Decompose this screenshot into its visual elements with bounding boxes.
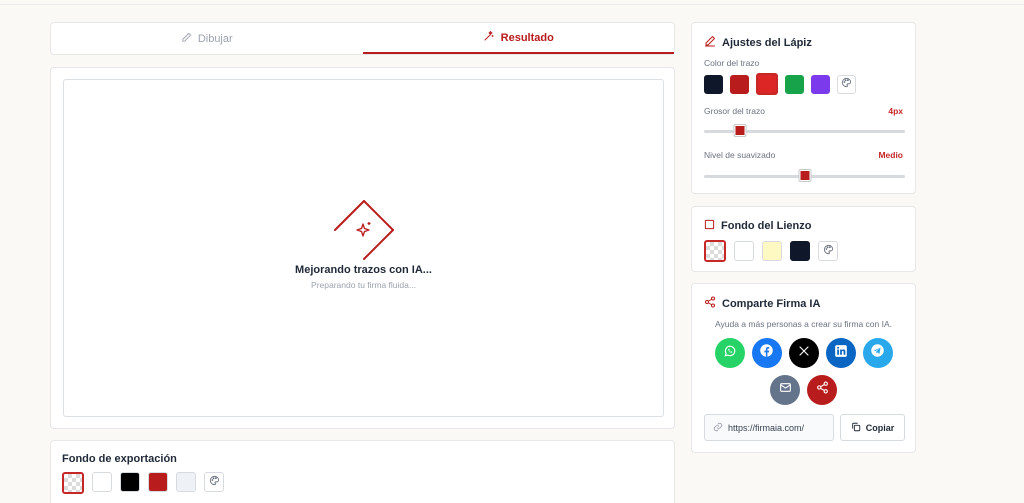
telegram-share-button[interactable] [862, 338, 893, 368]
smoothing-label: Nivel de suavizado [704, 150, 776, 160]
export-swatch-light-gray[interactable] [176, 472, 196, 492]
smoothing-slider-thumb[interactable] [799, 170, 810, 181]
share-buttons-row-2 [692, 375, 915, 405]
export-swatch-red[interactable] [148, 472, 168, 492]
whatsapp-icon [723, 344, 737, 363]
canvas-background-header: Fondo del Lienzo [704, 219, 811, 233]
stroke-color-navy[interactable] [704, 74, 723, 94]
stroke-color-dark-red[interactable] [730, 74, 749, 94]
share-url-field[interactable]: https://firmaia.com/ [704, 414, 834, 441]
stroke-custom-color-button[interactable] [837, 74, 856, 94]
smoothing-value: Medio [878, 150, 903, 160]
export-background-panel: Fondo de exportación [50, 440, 675, 503]
copy-icon [851, 422, 861, 434]
stroke-color-purple[interactable] [811, 74, 830, 94]
facebook-share-button[interactable] [751, 338, 782, 368]
stroke-color-red[interactable] [756, 73, 778, 95]
facebook-icon [759, 343, 774, 363]
stroke-color-row [704, 73, 856, 95]
export-swatch-white[interactable] [92, 472, 112, 492]
share-icon [816, 381, 829, 399]
canvas-bg-swatch-navy[interactable] [790, 241, 810, 261]
linkedin-icon [834, 344, 848, 363]
sparkles-icon [356, 222, 371, 237]
panel-title: Comparte Firma IA [722, 297, 821, 310]
magic-wand-icon [483, 30, 495, 45]
top-divider [0, 4, 1024, 5]
pencil-settings-panel: Ajustes del Lápiz Color del trazo Grosor… [691, 22, 916, 194]
thickness-slider[interactable] [704, 125, 905, 136]
x-logo-icon [798, 344, 810, 362]
canvas-background-panel: Fondo del Lienzo [691, 206, 916, 272]
signature-canvas[interactable]: Mejorando trazos con IA... Preparando tu… [63, 79, 664, 417]
share-buttons-row-1 [692, 338, 915, 368]
linkedin-share-button[interactable] [825, 338, 856, 368]
thickness-value: 4px [888, 106, 903, 116]
share-icon [704, 296, 716, 311]
tab-label: Dibujar [197, 32, 233, 45]
share-panel: Comparte Firma IA Ayuda a más personas a… [691, 283, 916, 453]
copy-button-label: Copiar [865, 422, 895, 433]
stroke-color-green[interactable] [785, 74, 804, 94]
loading-subtitle: Preparando tu firma fluida... [311, 280, 416, 290]
loading-spinner [334, 200, 394, 260]
export-title: Fondo de exportación [62, 453, 177, 465]
share-url-text: https://firmaia.com/ [728, 422, 805, 433]
pencil-icon [704, 35, 716, 50]
loading-title: Mejorando trazos con IA... [295, 264, 432, 276]
result-panel: Mejorando trazos con IA... Preparando tu… [50, 67, 675, 429]
canvas-bg-swatch-white[interactable] [734, 241, 754, 261]
view-tabs: Dibujar Resultado [50, 22, 675, 55]
pencil-icon [181, 32, 192, 46]
export-swatch-black[interactable] [120, 472, 140, 492]
link-icon [713, 422, 723, 434]
panel-title: Ajustes del Lápiz [722, 36, 812, 49]
palette-icon [209, 473, 220, 491]
mail-icon [779, 381, 792, 399]
export-custom-color-button[interactable] [204, 472, 224, 492]
copy-link-button[interactable]: Copiar [840, 414, 905, 441]
tab-resultado[interactable]: Resultado [362, 23, 674, 54]
canvas-bg-custom-color-button[interactable] [818, 241, 838, 261]
tab-label: Resultado [500, 31, 554, 44]
email-share-button[interactable] [770, 375, 800, 405]
smoothing-slider[interactable] [704, 170, 905, 181]
canvas-bg-swatch-cream[interactable] [762, 241, 782, 261]
square-icon [704, 219, 715, 233]
export-swatch-transparent[interactable] [62, 472, 84, 494]
share-header: Comparte Firma IA [704, 296, 820, 311]
canvas-bg-swatch-row [704, 240, 838, 262]
stroke-color-label: Color del trazo [704, 58, 760, 68]
palette-icon [841, 75, 852, 93]
thickness-slider-thumb[interactable] [734, 125, 746, 136]
export-swatch-row [62, 472, 224, 494]
palette-icon [823, 242, 834, 260]
whatsapp-share-button[interactable] [714, 338, 745, 368]
panel-title: Fondo del Lienzo [721, 220, 812, 232]
native-share-button[interactable] [807, 375, 837, 405]
canvas-bg-swatch-transparent[interactable] [704, 240, 726, 262]
tab-dibujar[interactable]: Dibujar [51, 23, 363, 54]
pencil-settings-header: Ajustes del Lápiz [704, 35, 812, 50]
telegram-icon [870, 343, 885, 363]
x-share-button[interactable] [788, 338, 819, 368]
thickness-label: Grosor del trazo [704, 106, 765, 116]
share-subtitle: Ayuda a más personas a crear su firma co… [714, 319, 892, 329]
